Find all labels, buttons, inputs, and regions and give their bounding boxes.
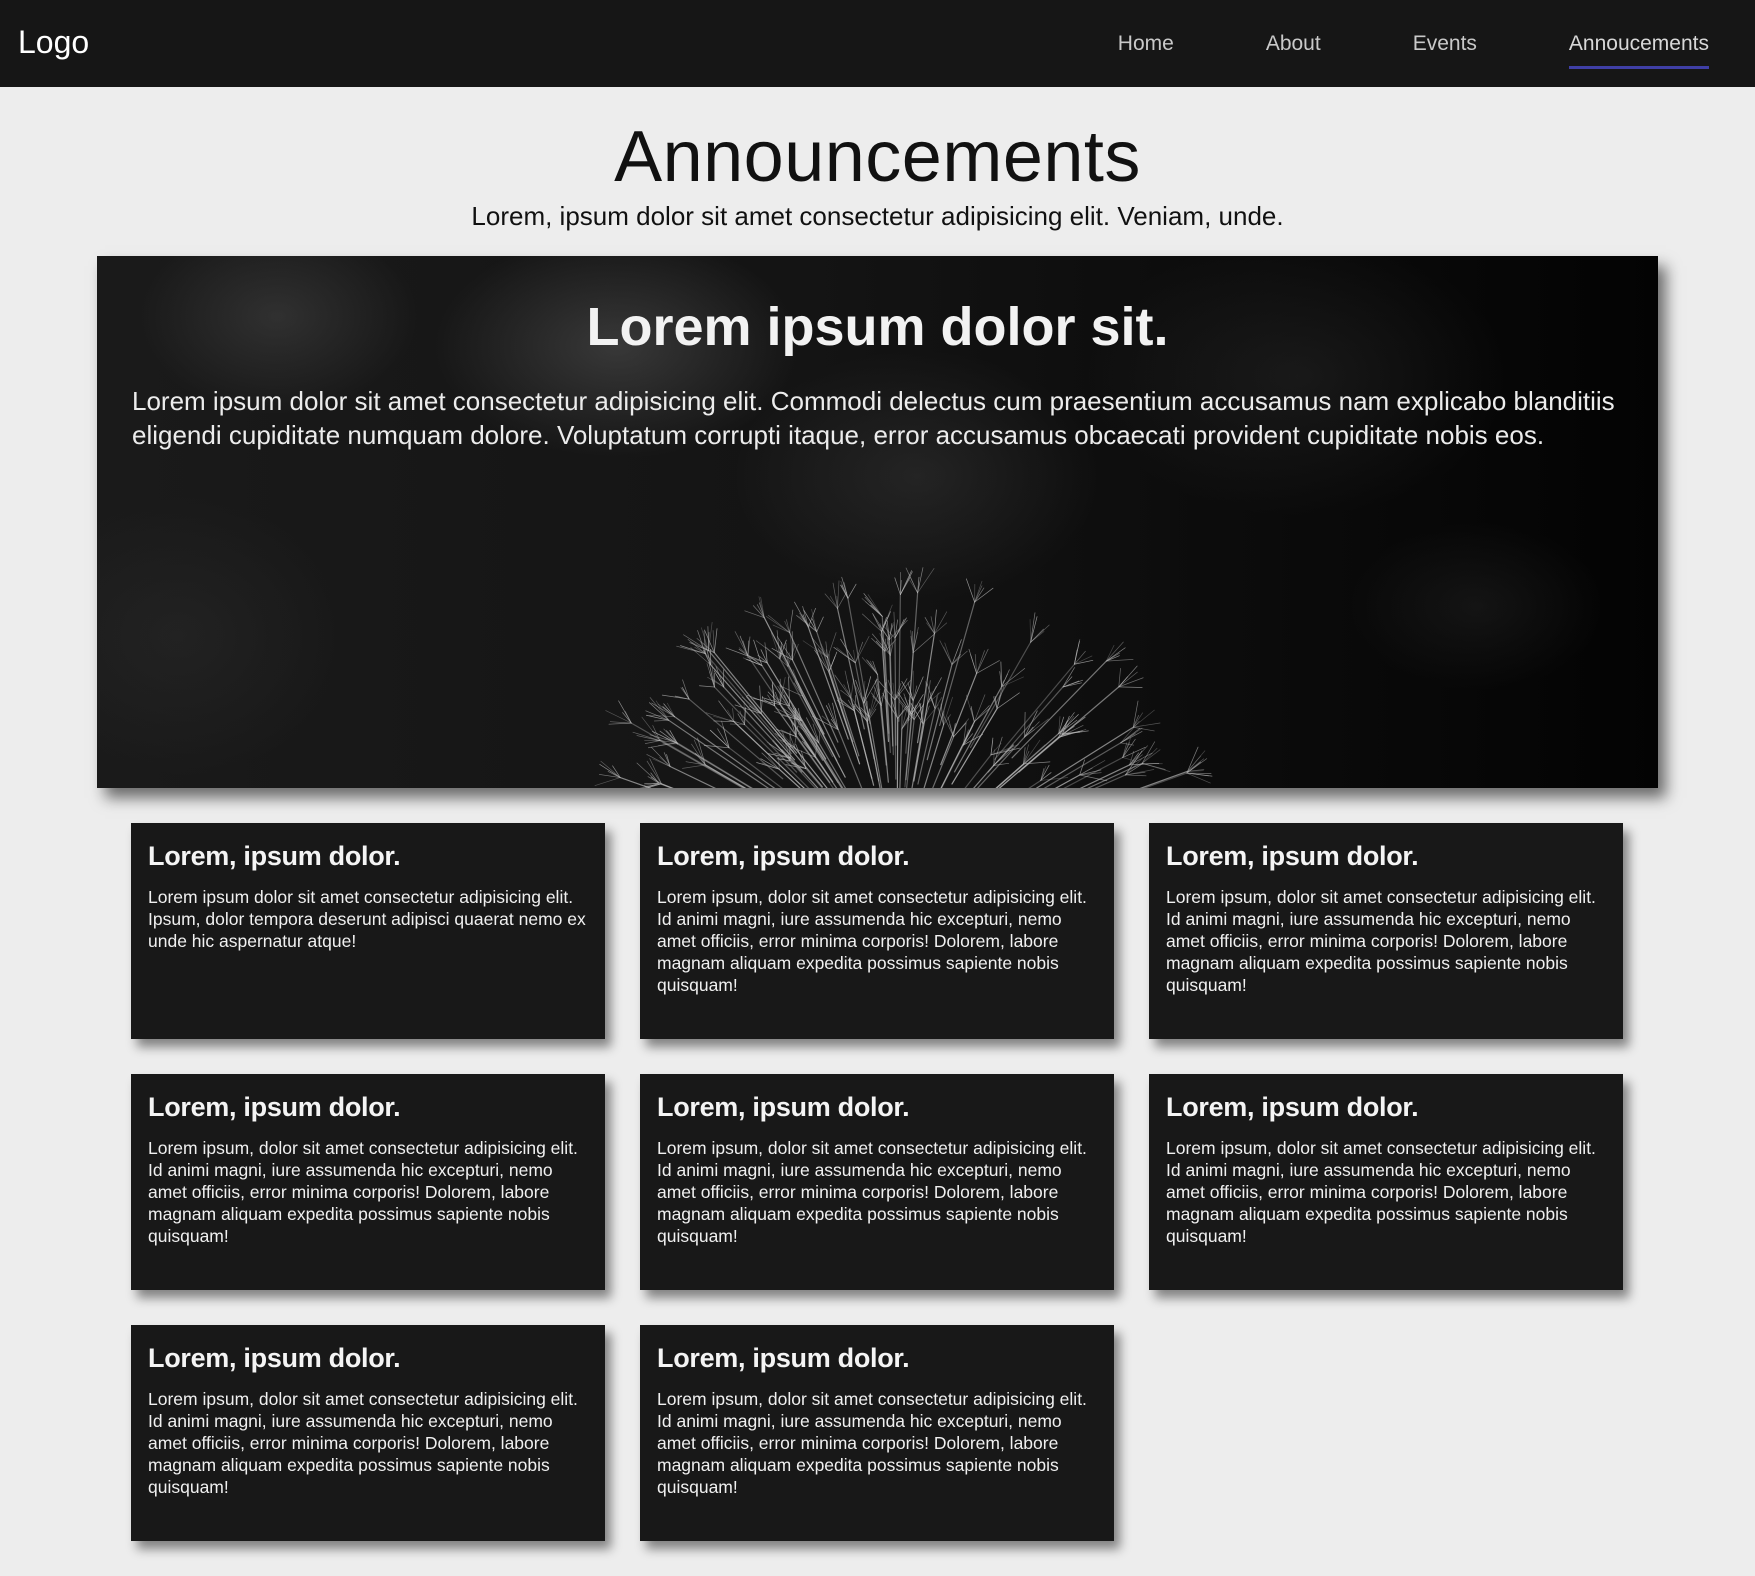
nav-link-events[interactable]: Events [1413,0,1477,87]
card-title: Lorem, ipsum dolor. [657,1092,910,1122]
hero-text: Lorem ipsum dolor sit amet consectetur a… [132,386,1615,450]
announcement-card: Lorem, ipsum dolor. Lorem ipsum, dolor s… [1149,823,1623,1039]
card-title: Lorem, ipsum dolor. [657,841,910,871]
card-title: Lorem, ipsum dolor. [1166,841,1419,871]
card-title: Lorem, ipsum dolor. [148,1343,401,1373]
card-text: Lorem ipsum, dolor sit amet consectetur … [1166,1138,1596,1246]
announcement-card: Lorem, ipsum dolor. Lorem ipsum, dolor s… [131,1325,605,1541]
nav-link-about[interactable]: About [1266,0,1321,87]
card-text: Lorem ipsum, dolor sit amet consectetur … [657,1389,1087,1497]
hero-banner: Lorem ipsum dolor sit. Lorem ipsum dolor… [97,256,1658,788]
card-title: Lorem, ipsum dolor. [148,1092,401,1122]
announcement-card: Lorem, ipsum dolor. Lorem ipsum, dolor s… [131,1074,605,1290]
nav-link-announcements[interactable]: Annoucements [1568,0,1710,87]
card-title: Lorem, ipsum dolor. [657,1343,910,1373]
announcement-card: Lorem, ipsum dolor. Lorem ipsum, dolor s… [640,823,1114,1039]
nav-links: Home About Events Annoucements [1118,0,1710,87]
page-title: Announcements [614,117,1141,197]
card-title: Lorem, ipsum dolor. [1166,1092,1419,1122]
card-text: Lorem ipsum, dolor sit amet consectetur … [148,1389,578,1497]
navbar: Logo Home About Events Annoucements [0,0,1755,87]
page-subtitle: Lorem, ipsum dolor sit amet consectetur … [471,201,1284,231]
hero-title: Lorem ipsum dolor sit. [586,297,1169,357]
card-title: Lorem, ipsum dolor. [148,841,401,871]
announcement-card: Lorem, ipsum dolor. Lorem ipsum, dolor s… [640,1325,1114,1541]
card-text: Lorem ipsum, dolor sit amet consectetur … [148,1138,578,1246]
logo[interactable]: Logo [18,24,89,61]
card-text: Lorem ipsum dolor sit amet consectetur a… [148,887,586,951]
announcement-card: Lorem, ipsum dolor. Lorem ipsum, dolor s… [1149,1074,1623,1290]
announcement-card: Lorem, ipsum dolor. Lorem ipsum, dolor s… [640,1074,1114,1290]
card-text: Lorem ipsum, dolor sit amet consectetur … [657,887,1087,995]
card-text: Lorem ipsum, dolor sit amet consectetur … [657,1138,1087,1246]
announcement-card: Lorem, ipsum dolor. Lorem ipsum dolor si… [131,823,605,1039]
card-text: Lorem ipsum, dolor sit amet consectetur … [1166,887,1596,995]
nav-link-home[interactable]: Home [1118,0,1174,87]
